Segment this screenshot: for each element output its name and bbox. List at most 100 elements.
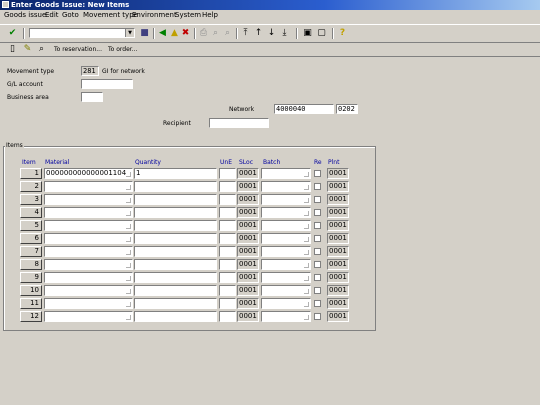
recipient-checkbox[interactable] bbox=[314, 287, 321, 294]
system-menu-icon[interactable] bbox=[2, 1, 9, 8]
next-page-icon[interactable]: ↓ bbox=[266, 28, 277, 39]
recipient-checkbox[interactable] bbox=[314, 261, 321, 268]
recipient-checkbox[interactable] bbox=[314, 300, 321, 307]
material-field[interactable] bbox=[44, 285, 133, 296]
batch-field[interactable] bbox=[261, 194, 311, 205]
search-icon[interactable]: ⌕ bbox=[36, 44, 47, 55]
batch-field[interactable] bbox=[261, 181, 311, 192]
recipient-checkbox[interactable] bbox=[314, 196, 321, 203]
unit-field[interactable] bbox=[219, 246, 236, 257]
quantity-field[interactable] bbox=[134, 220, 217, 231]
batch-field[interactable] bbox=[261, 272, 311, 283]
back-icon[interactable]: ◀ bbox=[157, 28, 168, 39]
quantity-field[interactable] bbox=[134, 181, 217, 192]
material-field[interactable] bbox=[44, 220, 133, 231]
menu-movement-type[interactable]: Movement type bbox=[83, 11, 138, 19]
recipient-checkbox[interactable] bbox=[314, 235, 321, 242]
unit-field[interactable] bbox=[219, 233, 236, 244]
quantity-field[interactable] bbox=[134, 207, 217, 218]
material-field[interactable] bbox=[44, 181, 133, 192]
to-order-button[interactable]: To order... bbox=[108, 46, 137, 53]
unit-field[interactable] bbox=[219, 168, 236, 179]
menu-system[interactable]: System bbox=[175, 11, 201, 19]
quantity-field[interactable] bbox=[134, 298, 217, 309]
material-field[interactable] bbox=[44, 272, 133, 283]
recipient-field[interactable] bbox=[209, 118, 269, 128]
menu-environment[interactable]: Environment bbox=[132, 11, 177, 19]
unit-field[interactable] bbox=[219, 220, 236, 231]
unit-field[interactable] bbox=[219, 298, 236, 309]
enter-check-icon[interactable]: ✔ bbox=[7, 28, 18, 39]
batch-field[interactable] bbox=[261, 168, 311, 179]
network-field[interactable]: 4000040 bbox=[274, 104, 334, 114]
command-field[interactable]: ▼ bbox=[29, 28, 135, 38]
unit-field[interactable] bbox=[219, 207, 236, 218]
new-session-icon[interactable]: ▣ bbox=[302, 28, 313, 39]
batch-field[interactable] bbox=[261, 220, 311, 231]
material-field[interactable]: 000000000000001104 bbox=[44, 168, 133, 179]
col-quantity[interactable]: Quantity bbox=[135, 159, 161, 166]
previous-page-icon[interactable]: ↑ bbox=[253, 28, 264, 39]
cancel-icon[interactable]: ✖ bbox=[180, 28, 191, 39]
help-icon[interactable]: ? bbox=[337, 28, 348, 39]
unit-field[interactable] bbox=[219, 311, 236, 322]
batch-field[interactable] bbox=[261, 259, 311, 270]
material-field[interactable] bbox=[44, 259, 133, 270]
recipient-checkbox[interactable] bbox=[314, 209, 321, 216]
quantity-field[interactable]: 1 bbox=[134, 168, 217, 179]
material-field[interactable] bbox=[44, 246, 133, 257]
find-next-icon[interactable]: ⌕ bbox=[222, 28, 233, 39]
business-area-field[interactable] bbox=[81, 92, 103, 102]
unit-field[interactable] bbox=[219, 181, 236, 192]
unit-field[interactable] bbox=[219, 194, 236, 205]
quantity-field[interactable] bbox=[134, 311, 217, 322]
material-field[interactable] bbox=[44, 298, 133, 309]
menu-help[interactable]: Help bbox=[202, 11, 218, 19]
find-icon[interactable]: ⌕ bbox=[210, 28, 221, 39]
batch-field[interactable] bbox=[261, 233, 311, 244]
col-une[interactable]: UnE bbox=[220, 159, 232, 166]
recipient-checkbox[interactable] bbox=[314, 170, 321, 177]
recipient-checkbox[interactable] bbox=[314, 183, 321, 190]
batch-field[interactable] bbox=[261, 246, 311, 257]
material-field[interactable] bbox=[44, 207, 133, 218]
exit-icon[interactable]: ▲ bbox=[169, 28, 180, 39]
unit-field[interactable] bbox=[219, 272, 236, 283]
new-item-icon[interactable]: ▯ bbox=[7, 44, 18, 55]
material-field[interactable] bbox=[44, 311, 133, 322]
first-page-icon[interactable]: ⤒ bbox=[240, 28, 251, 39]
quantity-field[interactable] bbox=[134, 194, 217, 205]
batch-field[interactable] bbox=[261, 311, 311, 322]
quantity-field[interactable] bbox=[134, 233, 217, 244]
recipient-checkbox[interactable] bbox=[314, 313, 321, 320]
batch-field[interactable] bbox=[261, 298, 311, 309]
copy-icon[interactable]: ✎ bbox=[22, 44, 33, 55]
command-dropdown-icon[interactable]: ▼ bbox=[125, 29, 134, 37]
unit-field[interactable] bbox=[219, 285, 236, 296]
recipient-checkbox[interactable] bbox=[314, 222, 321, 229]
material-field[interactable] bbox=[44, 233, 133, 244]
col-batch[interactable]: Batch bbox=[263, 159, 280, 166]
network-activity-field[interactable]: 0202 bbox=[336, 104, 358, 114]
quantity-field[interactable] bbox=[134, 259, 217, 270]
col-sloc[interactable]: SLoc bbox=[239, 159, 253, 166]
material-field[interactable] bbox=[44, 194, 133, 205]
batch-field[interactable] bbox=[261, 285, 311, 296]
col-material[interactable]: Material bbox=[45, 159, 69, 166]
recipient-checkbox[interactable] bbox=[314, 274, 321, 281]
menu-goods-issue[interactable]: Goods issue bbox=[4, 11, 46, 19]
col-plnt[interactable]: Plnt bbox=[328, 159, 339, 166]
batch-field[interactable] bbox=[261, 207, 311, 218]
gl-account-field[interactable] bbox=[81, 79, 133, 89]
recipient-checkbox[interactable] bbox=[314, 248, 321, 255]
col-re[interactable]: Re bbox=[314, 159, 322, 166]
to-reservation-button[interactable]: To reservation... bbox=[54, 46, 102, 53]
quantity-field[interactable] bbox=[134, 285, 217, 296]
col-item[interactable]: Item bbox=[22, 159, 36, 166]
quantity-field[interactable] bbox=[134, 272, 217, 283]
menu-goto[interactable]: Goto bbox=[62, 11, 79, 19]
menu-edit[interactable]: Edit bbox=[45, 11, 59, 19]
create-shortcut-icon[interactable]: ▢ bbox=[316, 28, 327, 39]
print-icon[interactable]: ⎙ bbox=[198, 28, 209, 39]
unit-field[interactable] bbox=[219, 259, 236, 270]
